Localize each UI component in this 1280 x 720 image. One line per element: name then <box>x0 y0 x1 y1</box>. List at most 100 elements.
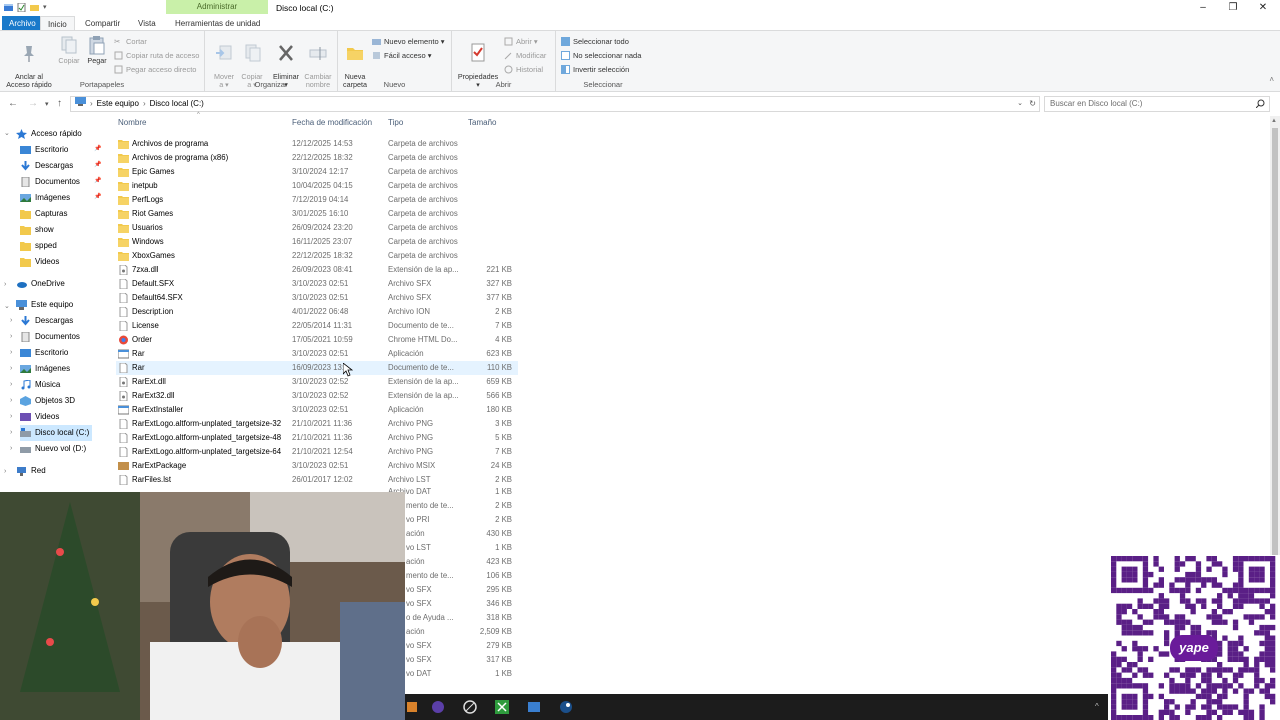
file-row[interactable]: RarExtLogo.altform-unplated_targetsize-3… <box>116 417 518 431</box>
scroll-up-arrow-icon[interactable]: ▲ <box>1271 118 1277 124</box>
xbox-icon[interactable] <box>495 700 509 714</box>
taskbar-app-icon[interactable] <box>405 700 419 714</box>
file-row[interactable]: Epic Games 3/10/2024 12:17 Carpeta de arch… <box>116 165 518 179</box>
search-input[interactable]: Buscar en Disco local (C:) <box>1044 96 1270 112</box>
nav-pc-item[interactable]: Descargas <box>20 313 73 329</box>
nav-onedrive[interactable]: OneDrive <box>16 276 65 292</box>
recent-locations-chevron-icon[interactable]: ▾ <box>45 100 49 108</box>
nav-quick-item[interactable]: spped <box>20 238 57 254</box>
nav-this-pc[interactable]: Este equipo <box>16 297 73 313</box>
file-row[interactable]: Order 17/05/2021 10:59 Chrome HTML Do... 4 … <box>116 333 518 347</box>
easy-access-button[interactable]: Fácil acceso ▾ <box>372 51 432 60</box>
refresh-icon[interactable]: ↻ <box>1029 97 1036 111</box>
nav-quick-item[interactable]: Escritorio <box>20 142 68 158</box>
nav-pc-item[interactable]: Videos <box>20 409 59 425</box>
file-row[interactable]: RarExt32.dll 3/10/2023 02:52 Extensión de … <box>116 389 518 403</box>
pin-icon[interactable]: 📌 <box>94 161 101 168</box>
address-bar[interactable]: › Este equipo › Disco local (C:) ⌄ ↻ <box>70 96 1040 112</box>
expand-chevron-icon[interactable]: › <box>10 429 12 436</box>
minimize-button[interactable]: – <box>1188 1 1218 15</box>
file-row[interactable]: Default.SFX 3/10/2023 02:51 Archivo SFX 327… <box>116 277 518 291</box>
column-header-date[interactable]: Fecha de modificación <box>292 118 372 127</box>
invert-selection-button[interactable]: Invertir selección <box>561 65 629 74</box>
tray-chevron-icon[interactable]: ^ <box>1095 702 1099 711</box>
pin-icon[interactable]: 📌 <box>94 177 101 184</box>
file-row[interactable]: Default64.SFX 3/10/2023 02:51 Archivo SFX 3… <box>116 291 518 305</box>
taskbar-app-icon[interactable] <box>463 700 477 714</box>
file-row[interactable]: 7zxa.dll 26/09/2023 08:41 Extensión de la … <box>116 263 518 277</box>
back-arrow-icon[interactable]: ← <box>8 98 18 109</box>
history-button[interactable]: Historial <box>504 65 543 74</box>
pin-icon[interactable]: 📌 <box>94 145 101 152</box>
file-row[interactable]: XboxGames 22/12/2025 18:32 Carpeta de arch… <box>116 249 518 263</box>
tab-share[interactable]: Compartir <box>78 16 127 31</box>
nav-quick-item[interactable]: Imágenes <box>20 190 70 206</box>
expand-chevron-icon[interactable]: › <box>10 381 12 388</box>
nav-quick-item[interactable]: show <box>20 222 54 238</box>
nav-pc-item[interactable]: Documentos <box>20 329 80 345</box>
expand-chevron-icon[interactable]: › <box>10 365 12 372</box>
column-header-type[interactable]: Tipo <box>388 118 403 127</box>
paste-button[interactable]: Pegar <box>84 35 110 65</box>
new-item-button[interactable]: Nuevo elemento ▾ <box>372 37 444 46</box>
file-row[interactable]: RarExtLogo.altform-unplated_targetsize-4… <box>116 431 518 445</box>
nav-pc-item[interactable]: Escritorio <box>20 345 68 361</box>
nav-quick-item[interactable]: Documentos <box>20 174 80 190</box>
copy-button[interactable]: Copiar <box>56 35 82 65</box>
collapse-chevron-icon[interactable]: ⌄ <box>4 129 10 137</box>
expand-chevron-icon[interactable]: › <box>10 413 12 420</box>
nav-pc-item[interactable]: Música <box>20 377 60 393</box>
maximize-button[interactable]: ❐ <box>1218 1 1248 15</box>
file-row[interactable]: Rar 3/10/2023 02:51 Aplicación 623 KB <box>116 347 518 361</box>
new-folder-qat-icon[interactable] <box>30 3 39 12</box>
nav-quick-item[interactable]: Videos <box>20 254 59 270</box>
file-row[interactable]: RarExt.dll 3/10/2023 02:52 Extensión de la… <box>116 375 518 389</box>
expand-chevron-icon[interactable]: › <box>10 445 12 452</box>
file-row[interactable]: RarExtLogo.altform-unplated_targetsize-6… <box>116 445 518 459</box>
file-row[interactable]: inetpub 10/04/2025 04:15 Carpeta de archiv… <box>116 179 518 193</box>
file-row[interactable]: Descript.ion 4/01/2022 06:48 Archivo ION 2 … <box>116 305 518 319</box>
column-header-name[interactable]: Nombre <box>118 118 146 127</box>
file-row[interactable]: Riot Games 3/01/2025 16:10 Carpeta de arch… <box>116 207 518 221</box>
expand-chevron-icon[interactable]: › <box>10 349 12 356</box>
expand-chevron-icon[interactable]: › <box>10 333 12 340</box>
copy-path-button[interactable]: Copiar ruta de acceso <box>114 51 199 60</box>
properties-qat-icon[interactable] <box>17 2 26 13</box>
tab-file[interactable]: Archivo <box>2 16 43 31</box>
nav-pc-item[interactable]: Nuevo vol (D:) <box>20 441 86 457</box>
taskbar-app-icon[interactable] <box>431 700 445 714</box>
file-row[interactable]: RarFiles.lst 26/01/2017 12:02 Archivo LST 2… <box>116 473 518 487</box>
select-all-button[interactable]: Seleccionar todo <box>561 37 629 46</box>
file-row[interactable]: Archivos de programa 12/12/2025 14:53 Carp… <box>116 137 518 151</box>
file-row[interactable]: Windows 16/11/2025 23:07 Carpeta de archiv… <box>116 235 518 249</box>
context-tab-manage[interactable]: Administrar <box>166 0 268 14</box>
edit-button[interactable]: Modificar <box>504 51 546 60</box>
forward-arrow-icon[interactable]: → <box>28 98 38 109</box>
column-header-size[interactable]: Tamaño <box>468 118 496 127</box>
collapse-chevron-icon[interactable]: ⌄ <box>4 302 10 310</box>
select-none-button[interactable]: No seleccionar nada <box>561 51 641 60</box>
breadcrumb-local-disk[interactable]: Disco local (C:) <box>150 97 204 111</box>
file-row[interactable]: RarExtInstaller 3/10/2023 02:51 Aplicación… <box>116 403 518 417</box>
file-row[interactable]: License 22/05/2014 11:31 Documento de te..… <box>116 319 518 333</box>
paste-shortcut-button[interactable]: Pegar acceso directo <box>114 65 196 74</box>
address-dropdown-chevron-icon[interactable]: ⌄ <box>1017 97 1023 111</box>
nav-quick-item[interactable]: Descargas <box>20 158 73 174</box>
file-row[interactable]: RarExtPackage 3/10/2023 02:51 Archivo MSIX… <box>116 459 518 473</box>
file-row[interactable]: PerfLogs 7/12/2019 04:14 Carpeta de archiv… <box>116 193 518 207</box>
up-arrow-icon[interactable]: ↑ <box>57 98 62 109</box>
nav-quick-access[interactable]: Acceso rápido <box>16 126 82 142</box>
expand-chevron-icon[interactable]: › <box>4 281 6 288</box>
cut-button[interactable]: ✂ Cortar <box>114 37 147 46</box>
expand-chevron-icon[interactable]: › <box>10 317 12 324</box>
pin-icon[interactable]: 📌 <box>94 193 101 200</box>
steam-icon[interactable] <box>559 700 573 714</box>
open-button[interactable]: Abrir ▾ <box>504 37 538 46</box>
tab-home[interactable]: Inicio <box>40 16 75 31</box>
nav-pc-item[interactable]: Objetos 3D <box>20 393 75 409</box>
collapse-ribbon-chevron-icon[interactable]: ˄ <box>1269 75 1274 84</box>
close-button[interactable]: ✕ <box>1248 1 1278 15</box>
nav-quick-item[interactable]: Capturas <box>20 206 67 222</box>
file-row[interactable]: Archivos de programa (x86) 22/12/2025 18:… <box>116 151 518 165</box>
expand-chevron-icon[interactable]: › <box>4 468 6 475</box>
